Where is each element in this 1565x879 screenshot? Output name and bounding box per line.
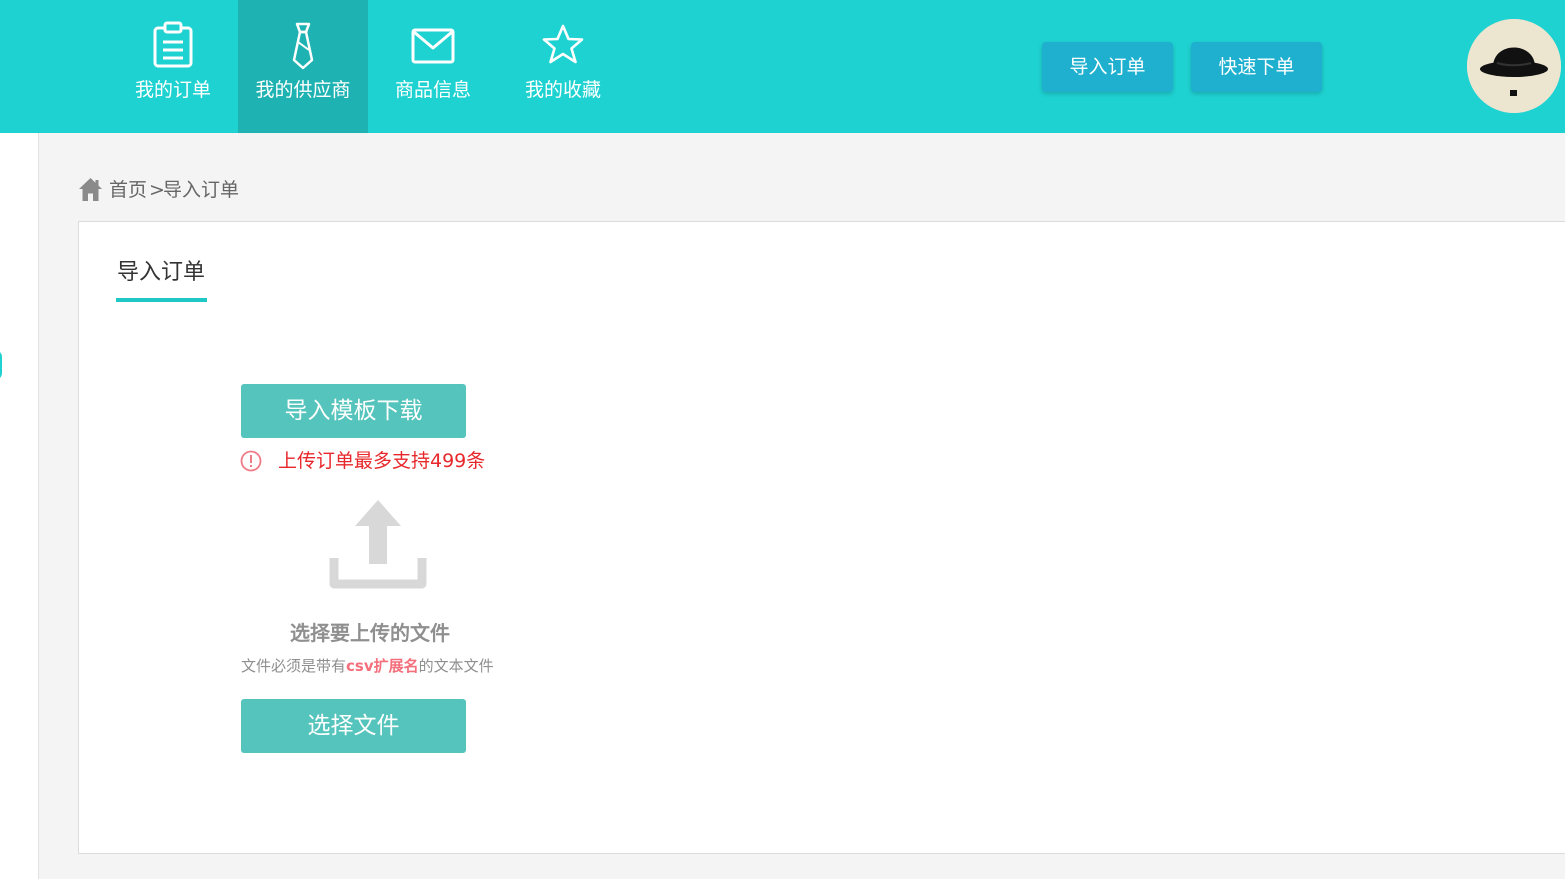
upload-hint-extension: csv扩展名	[346, 657, 419, 675]
nav-label-my-suppliers: 我的供应商	[255, 79, 351, 101]
bowler-hat-icon	[1467, 19, 1561, 113]
home-icon[interactable]	[78, 177, 103, 202]
upload-hint-suffix: 的文本文件	[418, 657, 494, 675]
star-icon	[542, 24, 584, 64]
nav-label-my-orders: 我的订单	[134, 79, 211, 101]
tie-icon	[292, 22, 314, 70]
envelope-icon	[411, 28, 455, 64]
sidebar-toggle-handle[interactable]	[0, 350, 2, 380]
left-sidebar	[0, 133, 39, 879]
import-order-button[interactable]: 导入订单	[1042, 42, 1173, 92]
nav-item-my-suppliers[interactable]: 我的供应商	[238, 0, 368, 133]
nav-label-product-info: 商品信息	[394, 79, 471, 101]
warning-circle-icon	[240, 450, 262, 472]
nav-item-product-info[interactable]: 商品信息	[368, 0, 498, 133]
top-navigation-bar: 我的订单 我的供应商 商品信息 我的收藏 导入订单 快速下单	[0, 0, 1565, 133]
breadcrumb-home-link[interactable]: 首页	[109, 176, 147, 204]
upload-hint-prefix: 文件必须是带有	[241, 657, 347, 675]
upload-icon	[329, 500, 427, 589]
quick-order-button[interactable]: 快速下单	[1191, 42, 1322, 92]
breadcrumb-current: 导入订单	[163, 179, 240, 201]
tab-import-order[interactable]: 导入订单	[117, 258, 205, 288]
avatar[interactable]	[1467, 19, 1561, 113]
clipboard-icon	[153, 21, 193, 68]
upload-hint: 文件必须是带有csv扩展名的文本文件	[241, 655, 494, 677]
nav-label-my-favorites: 我的收藏	[524, 79, 601, 101]
choose-file-button[interactable]: 选择文件	[241, 699, 466, 753]
tab-active-indicator	[116, 298, 207, 302]
nav-item-my-orders[interactable]: 我的订单	[108, 0, 238, 133]
upload-limit-notice: 上传订单最多支持499条	[278, 450, 486, 472]
nav-item-my-favorites[interactable]: 我的收藏	[498, 0, 628, 133]
template-download-button[interactable]: 导入模板下载	[241, 384, 466, 438]
import-order-panel: 导入订单 导入模板下载 上传订单最多支持499条 选择要上传的文件 文件必须是带…	[78, 221, 1565, 854]
upload-title: 选择要上传的文件	[290, 621, 450, 645]
